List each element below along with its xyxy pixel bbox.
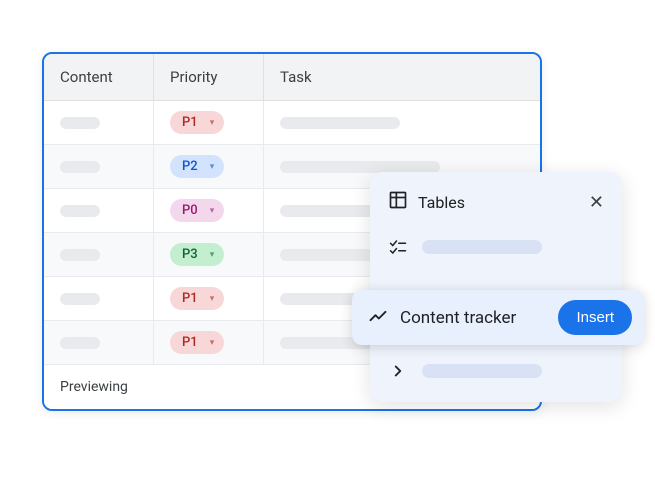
column-header-content[interactable]: Content — [44, 54, 154, 100]
checklist-icon — [388, 238, 408, 256]
popup-item-placeholder — [422, 240, 542, 254]
table-header-row: Content Priority Task — [44, 54, 540, 101]
content-placeholder — [60, 249, 100, 261]
priority-chip[interactable]: P0▾ — [170, 199, 224, 222]
priority-chip[interactable]: P1▾ — [170, 287, 224, 310]
popup-item-content-tracker[interactable]: Content tracker Insert — [352, 290, 644, 345]
popup-item-more[interactable] — [370, 352, 622, 390]
task-placeholder — [280, 161, 440, 173]
priority-chip[interactable]: P3▾ — [170, 243, 224, 266]
table-icon — [388, 190, 408, 214]
content-placeholder — [60, 161, 100, 173]
chevron-down-icon: ▾ — [210, 206, 215, 216]
content-placeholder — [60, 293, 100, 305]
tables-popup: Tables ✕ — [370, 172, 622, 402]
chevron-down-icon: ▾ — [210, 294, 215, 304]
priority-chip[interactable]: P2▾ — [170, 155, 224, 178]
column-header-priority[interactable]: Priority — [154, 54, 264, 100]
popup-item-placeholder — [422, 364, 542, 378]
content-placeholder — [60, 117, 100, 129]
popup-item-checklist[interactable] — [370, 228, 622, 266]
priority-chip[interactable]: P1▾ — [170, 331, 224, 354]
close-icon[interactable]: ✕ — [589, 192, 604, 213]
content-placeholder — [60, 205, 100, 217]
chevron-down-icon: ▾ — [210, 118, 215, 128]
chevron-down-icon: ▾ — [210, 162, 215, 172]
popup-title: Tables — [418, 193, 579, 212]
priority-chip[interactable]: P1▾ — [170, 111, 224, 134]
content-placeholder — [60, 337, 100, 349]
chevron-down-icon: ▾ — [210, 250, 215, 260]
table-row[interactable]: P1▾ — [44, 101, 540, 145]
chevron-right-icon — [388, 362, 408, 380]
popup-item-label: Content tracker — [400, 308, 546, 328]
column-header-task[interactable]: Task — [264, 54, 540, 100]
insert-button[interactable]: Insert — [558, 300, 632, 335]
chevron-down-icon: ▾ — [210, 338, 215, 348]
trend-icon — [368, 306, 388, 330]
task-placeholder — [280, 117, 400, 129]
